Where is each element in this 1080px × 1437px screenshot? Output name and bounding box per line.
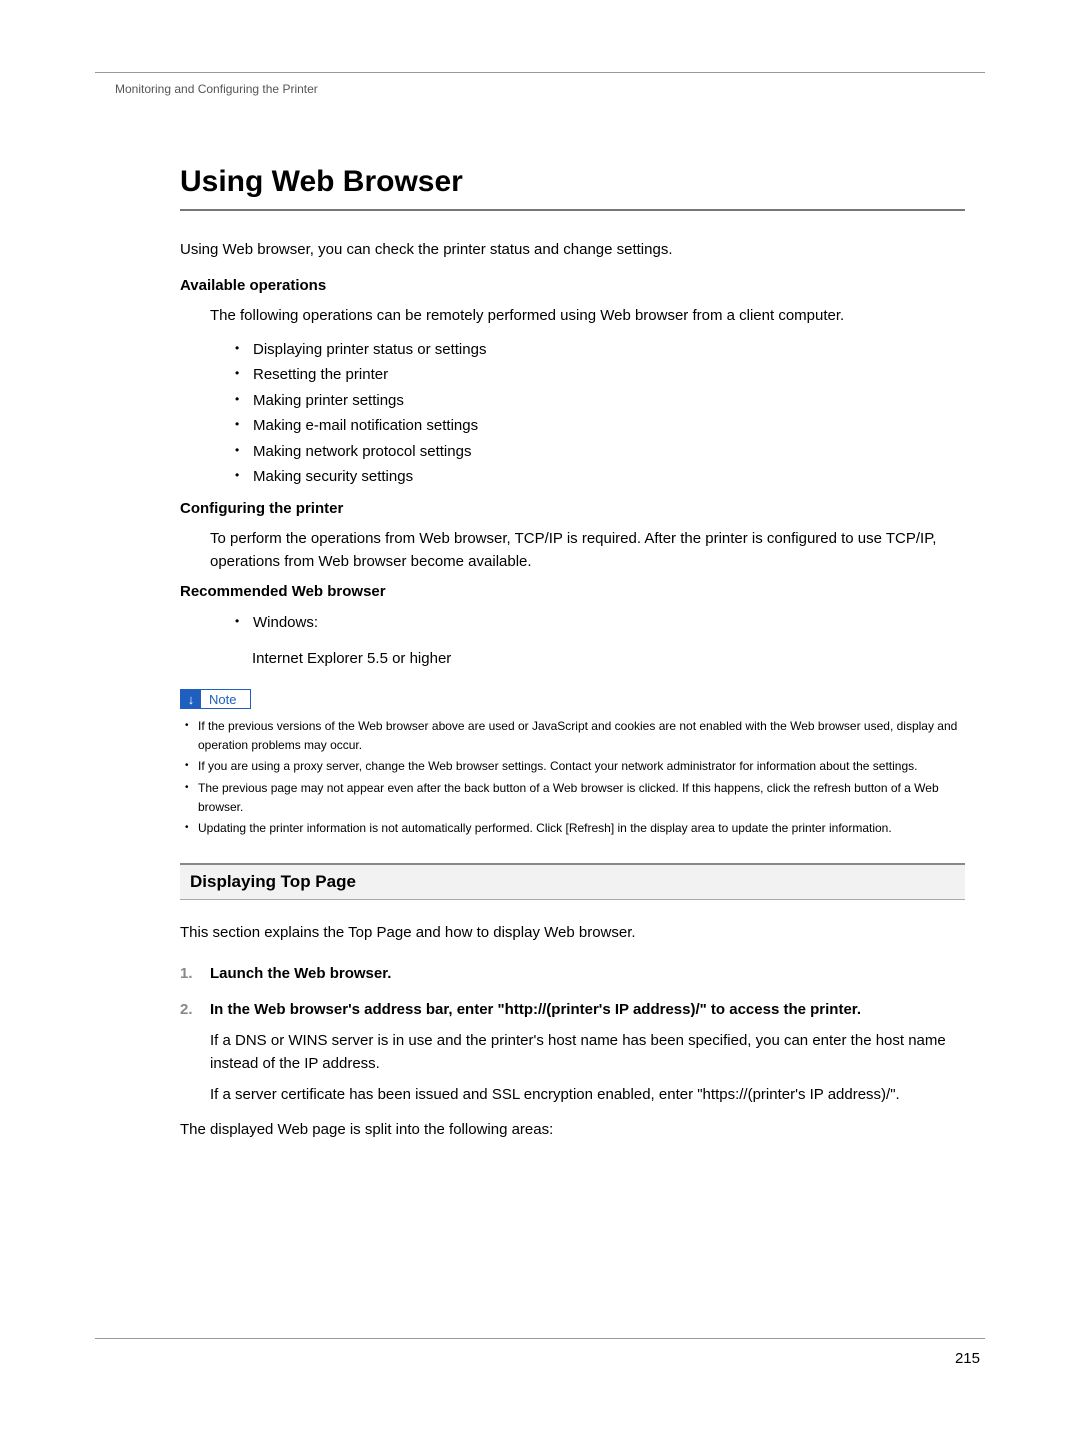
list-item: Making printer settings (235, 388, 965, 414)
subsection-intro: This section explains the Top Page and h… (180, 922, 965, 945)
step-item: 1. Launch the Web browser. (180, 962, 965, 985)
configuring-heading: Configuring the printer (180, 500, 965, 517)
page-number: 215 (955, 1350, 980, 1367)
step-title: Launch the Web browser. (210, 965, 391, 982)
step-number: 2. (180, 998, 193, 1021)
note-item: If you are using a proxy server, change … (180, 757, 965, 776)
intro-paragraph: Using Web browser, you can check the pri… (180, 239, 965, 262)
configuring-text: To perform the operations from Web brows… (210, 527, 965, 574)
list-item: Displaying printer status or settings (235, 337, 965, 363)
step-body: If a DNS or WINS server is in use and th… (210, 1029, 965, 1076)
running-header: Monitoring and Configuring the Printer (115, 82, 318, 96)
step-body: If a server certificate has been issued … (210, 1083, 965, 1106)
note-label: ↓ Note (180, 689, 251, 709)
steps-list: 1. Launch the Web browser. 2. In the Web… (180, 962, 965, 1106)
subsection-title: Displaying Top Page (180, 863, 965, 900)
available-operations-text: The following operations can be remotely… (210, 304, 965, 327)
note-item: The previous page may not appear even af… (180, 779, 965, 816)
available-operations-heading: Available operations (180, 277, 965, 294)
note-label-text: Note (201, 692, 250, 707)
step-item: 2. In the Web browser's address bar, ent… (180, 998, 965, 1107)
note-item: Updating the printer information is not … (180, 819, 965, 838)
arrow-down-icon: ↓ (181, 690, 201, 708)
list-item: Resetting the printer (235, 362, 965, 388)
list-item: Making e-mail notification settings (235, 413, 965, 439)
closing-text: The displayed Web page is split into the… (180, 1119, 965, 1142)
list-item: Making security settings (235, 464, 965, 490)
operations-list: Displaying printer status or settings Re… (235, 337, 965, 490)
note-item: If the previous versions of the Web brow… (180, 717, 965, 754)
list-item: Making network protocol settings (235, 439, 965, 465)
step-title: In the Web browser's address bar, enter … (210, 1001, 861, 1018)
list-item: Windows: (235, 610, 965, 636)
recommended-subtext: Internet Explorer 5.5 or higher (252, 646, 965, 672)
recommended-heading: Recommended Web browser (180, 583, 965, 600)
step-number: 1. (180, 962, 193, 985)
page-title: Using Web Browser (180, 165, 965, 211)
recommended-list: Windows: (235, 610, 965, 636)
note-list: If the previous versions of the Web brow… (180, 717, 965, 838)
